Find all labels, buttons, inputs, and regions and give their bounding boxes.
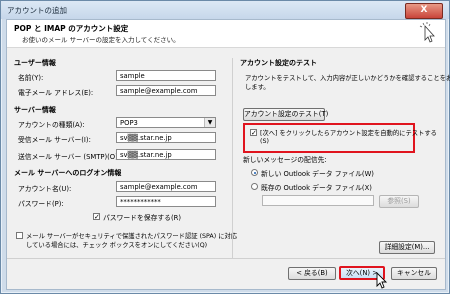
close-button[interactable]: X [405, 3, 443, 19]
header-panel: POP と IMAP のアカウント設定 お使いのメール サーバーの設定を入力して… [7, 20, 445, 48]
delivery-heading: 新しいメッセージの配信先: [243, 156, 327, 164]
column-divider [232, 58, 233, 258]
dialog-window: アカウントの追加 X POP と IMAP のアカウント設定 お使いのメール サ… [0, 0, 450, 294]
auto-test-label-line1: [次へ] をクリックしたらアカウント設定を自動的にテストする [260, 130, 437, 137]
account-type-select[interactable]: POP3 ▼ [116, 117, 216, 128]
auto-test-checkbox[interactable]: ✓ [250, 129, 257, 137]
cancel-button[interactable]: キャンセル [391, 267, 437, 280]
test-desc-line2: します。 [245, 84, 270, 91]
footer-divider [7, 258, 445, 259]
spa-checkbox[interactable] [16, 232, 23, 239]
mouse-pointer-icon [376, 271, 388, 289]
chevron-down-icon: ▼ [204, 118, 215, 127]
password-field[interactable]: ************ [116, 196, 216, 207]
save-password-label: パスワードを保存する(R) [103, 214, 181, 222]
name-field[interactable]: sample [116, 70, 216, 81]
name-label: 名前(Y): [18, 74, 44, 82]
account-name-field[interactable]: sample@example.com [116, 181, 216, 192]
back-button[interactable]: < 戻る(B) [288, 267, 336, 280]
title-bar: アカウントの追加 X [1, 1, 449, 19]
account-name-label: アカウント名(U): [18, 185, 72, 193]
login-info-heading: メール サーバーへのログオン情報 [14, 169, 122, 177]
outgoing-server-field[interactable]: sv▒▒.star.ne.jp [116, 149, 216, 160]
email-field[interactable]: sample@example.com [116, 85, 216, 96]
dialog-body: POP と IMAP のアカウント設定 お使いのメール サーバーの設定を入力して… [6, 19, 450, 290]
existing-data-file-radio[interactable] [251, 183, 258, 190]
existing-data-file-label: 既存の Outlook データ ファイル(X) [261, 184, 372, 192]
data-file-path-field[interactable] [262, 195, 374, 206]
auto-test-label-line2: (S) [260, 138, 269, 145]
test-account-button[interactable]: アカウント設定のテスト(T) [243, 108, 328, 121]
spa-label-line1: メール サーバーがセキュリティで保護されたパスワード認証 (SPA) に対応 [26, 233, 238, 240]
new-data-file-label: 新しい Outlook データ ファイル(W) [261, 170, 374, 178]
cursor-click-icon [419, 22, 435, 43]
test-desc-line1: アカウントをテストして、入力内容が正しいかどうかを確認することをお勧め [245, 75, 450, 82]
new-data-file-radio[interactable] [251, 169, 258, 176]
more-settings-button[interactable]: 詳細設定(M)... [379, 241, 435, 254]
password-label: パスワード(P): [18, 200, 64, 208]
user-info-heading: ユーザー情報 [14, 59, 56, 67]
spa-label-line2: している場合には、チェック ボックスをオンにしてください(Q) [26, 242, 208, 249]
window-title: アカウントの追加 [7, 6, 67, 15]
outgoing-server-label: 送信メール サーバー (SMTP)(O): [18, 153, 121, 161]
account-type-value: POP3 [120, 119, 138, 127]
server-info-heading: サーバー情報 [14, 106, 56, 114]
email-label: 電子メール アドレス(E): [18, 89, 94, 97]
page-title: POP と IMAP のアカウント設定 [14, 24, 129, 33]
incoming-server-field[interactable]: sv▒▒.star.ne.jp [116, 132, 216, 143]
page-subtitle: お使いのメール サーバーの設定を入力してください。 [22, 36, 180, 44]
incoming-server-label: 受信メール サーバー(I): [18, 136, 91, 144]
account-type-label: アカウントの種類(A): [18, 121, 85, 129]
save-password-checkbox[interactable]: ✓ [93, 213, 100, 221]
test-heading: アカウント設定のテスト [240, 59, 317, 67]
browse-button[interactable]: 参照(S) [379, 195, 419, 208]
